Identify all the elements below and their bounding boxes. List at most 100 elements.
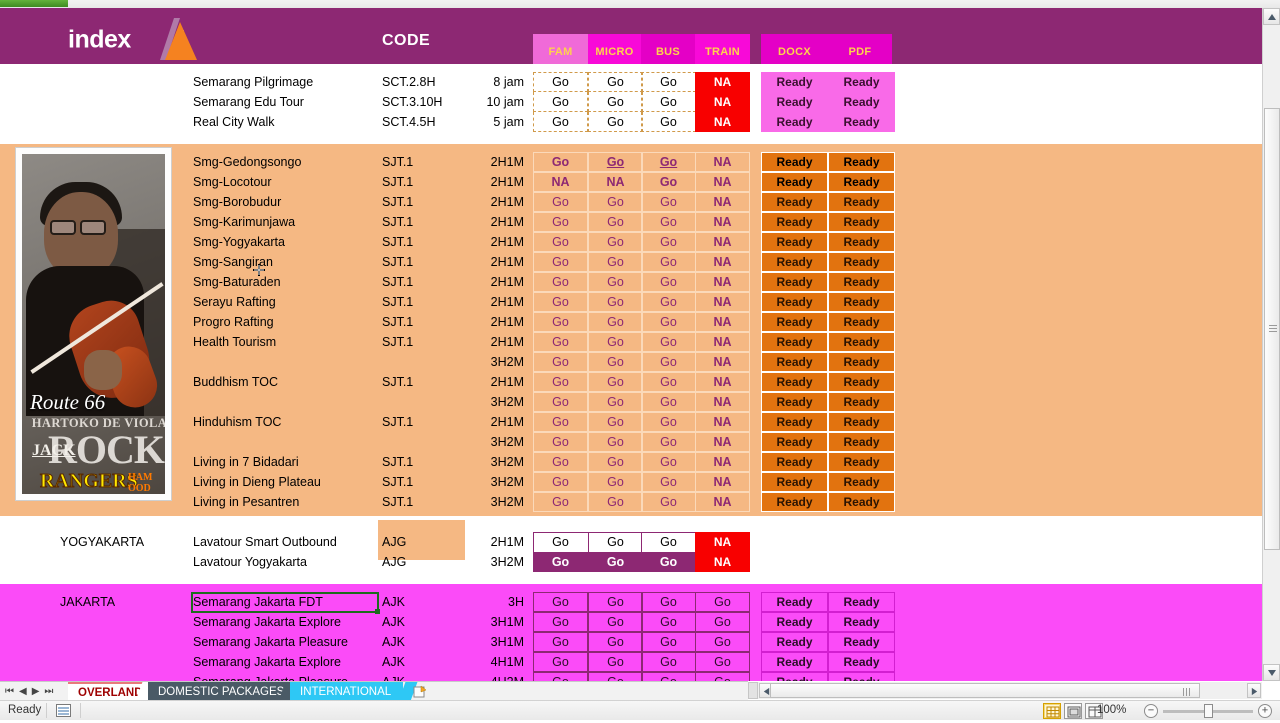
cell-micro[interactable]: Go [588,472,643,492]
cell-fam[interactable]: Go [533,72,588,92]
table-row[interactable]: Living in Pesantren SJT.1 3H2M Go Go Go NA Read… [0,492,1262,512]
cell-bus[interactable]: Go [641,332,696,352]
cell-docx[interactable]: Ready [761,672,828,681]
cell-docx[interactable]: Ready [761,392,828,412]
cell-micro[interactable]: Go [588,412,643,432]
table-row[interactable]: Hinduhism TOC SJT.1 2H1M Go Go Go NA Ready Ready [0,412,1262,432]
cell-bus[interactable]: Go [641,672,696,681]
cell-train[interactable]: NA [695,472,750,492]
vertical-scroll-thumb[interactable] [1264,108,1280,550]
cell-docx[interactable]: Ready [761,412,828,432]
table-row[interactable]: Semarang Jakarta Explore AJK 4H1M Go Go Go Go R… [0,652,1262,672]
cell-bus[interactable]: Go [641,172,696,192]
cell-pdf[interactable]: Ready [828,192,895,212]
table-row[interactable]: Living in 7 Bidadari SJT.1 3H2M Go Go Go NA Rea… [0,452,1262,472]
cell-pdf[interactable]: Ready [828,652,895,672]
cell-micro[interactable]: Go [588,592,643,612]
normal-view-button[interactable] [1043,703,1061,719]
cell-micro[interactable]: Go [588,632,643,652]
cell-pdf[interactable]: Ready [828,412,895,432]
cell-docx[interactable]: Ready [761,332,828,352]
cell-docx[interactable]: Ready [761,152,828,172]
cell-fam[interactable]: Go [533,472,588,492]
cell-train[interactable]: NA [695,392,750,412]
cell-micro[interactable]: Go [588,192,643,212]
cell-docx[interactable]: Ready [761,112,828,132]
table-row[interactable]: Lavatour Smart Outbound AJG 2H1M Go Go Go NA [0,532,1262,552]
next-sheet-icon[interactable]: ▶ [32,686,40,697]
cell-train[interactable]: NA [695,272,750,292]
cell-micro[interactable]: Go [588,432,643,452]
table-row[interactable]: Health Tourism SJT.1 2H1M Go Go Go NA Ready Read… [0,332,1262,352]
cell-train[interactable]: Go [695,632,750,652]
table-row[interactable]: Smg-Gedongsongo SJT.1 2H1M Go Go Go NA Ready Rea… [0,152,1262,172]
cell-docx[interactable]: Ready [761,632,828,652]
cell-pdf[interactable]: Ready [828,472,895,492]
cell-micro[interactable]: Go [588,232,643,252]
cell-micro[interactable]: Go [588,212,643,232]
cell-train[interactable]: NA [695,152,750,172]
cell-train[interactable]: NA [695,232,750,252]
table-row[interactable]: 3H2M Go Go Go NA Ready Ready [0,432,1262,452]
table-row[interactable]: Smg-Karimunjawa SJT.1 2H1M Go Go Go NA Ready Rea… [0,212,1262,232]
table-row[interactable]: Serayu Rafting SJT.1 2H1M Go Go Go NA Ready Read… [0,292,1262,312]
cell-bus[interactable]: Go [641,392,696,412]
cell-pdf[interactable]: Ready [828,292,895,312]
cell-micro[interactable]: Go [588,672,643,681]
scroll-up-button[interactable] [1263,8,1280,25]
table-row[interactable]: Progro Rafting SJT.1 2H1M Go Go Go NA Ready Read… [0,312,1262,332]
cell-docx[interactable]: Ready [761,592,828,612]
cell-fam[interactable]: Go [533,452,588,472]
cell-pdf[interactable]: Ready [828,92,895,112]
cell-bus[interactable]: Go [641,372,696,392]
cell-docx[interactable]: Ready [761,92,828,112]
cell-micro[interactable]: Go [588,312,643,332]
cell-pdf[interactable]: Ready [828,372,895,392]
cell-fam[interactable]: Go [533,372,588,392]
table-row[interactable]: Smg-Locotour SJT.1 2H1M NA NA Go NA Ready Ready [0,172,1262,192]
zoom-in-button[interactable]: + [1258,704,1272,718]
hscroll-split-handle[interactable] [748,682,758,699]
cell-fam[interactable]: Go [533,232,588,252]
cell-pdf[interactable]: Ready [828,492,895,512]
cell-pdf[interactable]: Ready [828,332,895,352]
cell-train[interactable]: NA [695,212,750,232]
table-row[interactable]: Smg-Baturaden SJT.1 2H1M Go Go Go NA Ready Ready [0,272,1262,292]
cell-pdf[interactable]: Ready [828,452,895,472]
table-row[interactable]: Semarang Jakarta FDT AJK 3H Go Go Go Go Ready Re… [0,592,1262,612]
cell-pdf[interactable]: Ready [828,612,895,632]
cell-fam[interactable]: Go [533,492,588,512]
cell-fam[interactable]: Go [533,352,588,372]
cell-bus[interactable]: Go [641,492,696,512]
table-row[interactable]: Living in Dieng Plateau SJT.1 3H2M Go Go Go NA… [0,472,1262,492]
cell-train[interactable]: NA [695,252,750,272]
cell-micro[interactable]: Go [588,352,643,372]
cell-train[interactable]: NA [695,552,750,572]
cell-pdf[interactable]: Ready [828,632,895,652]
cell-fam[interactable]: Go [533,652,588,672]
cell-docx[interactable]: Ready [761,212,828,232]
cell-docx[interactable]: Ready [761,272,828,292]
scroll-down-button[interactable] [1263,664,1280,681]
cell-micro[interactable]: Go [588,392,643,412]
cell-micro[interactable]: Go [588,152,643,172]
insert-worksheet-icon[interactable] [412,685,428,699]
cell-pdf[interactable]: Ready [828,352,895,372]
cell-fam[interactable]: Go [533,152,588,172]
cell-docx[interactable]: Ready [761,432,828,452]
cell-fam[interactable]: Go [533,432,588,452]
cell-pdf[interactable]: Ready [828,252,895,272]
sheet-tab-international[interactable]: INTERNATIONAL [290,682,404,701]
cell-fam[interactable]: Go [533,592,588,612]
record-macro-icon[interactable] [56,704,71,717]
first-sheet-icon[interactable]: ⏮ [5,686,14,697]
cell-docx[interactable]: Ready [761,612,828,632]
cell-micro[interactable]: Go [588,452,643,472]
cell-pdf[interactable]: Ready [828,272,895,292]
cell-bus[interactable]: Go [641,352,696,372]
cell-micro[interactable]: Go [588,112,643,132]
cell-pdf[interactable]: Ready [828,172,895,192]
cell-bus[interactable]: Go [641,232,696,252]
cell-bus[interactable]: Go [641,192,696,212]
cell-bus[interactable]: Go [641,252,696,272]
